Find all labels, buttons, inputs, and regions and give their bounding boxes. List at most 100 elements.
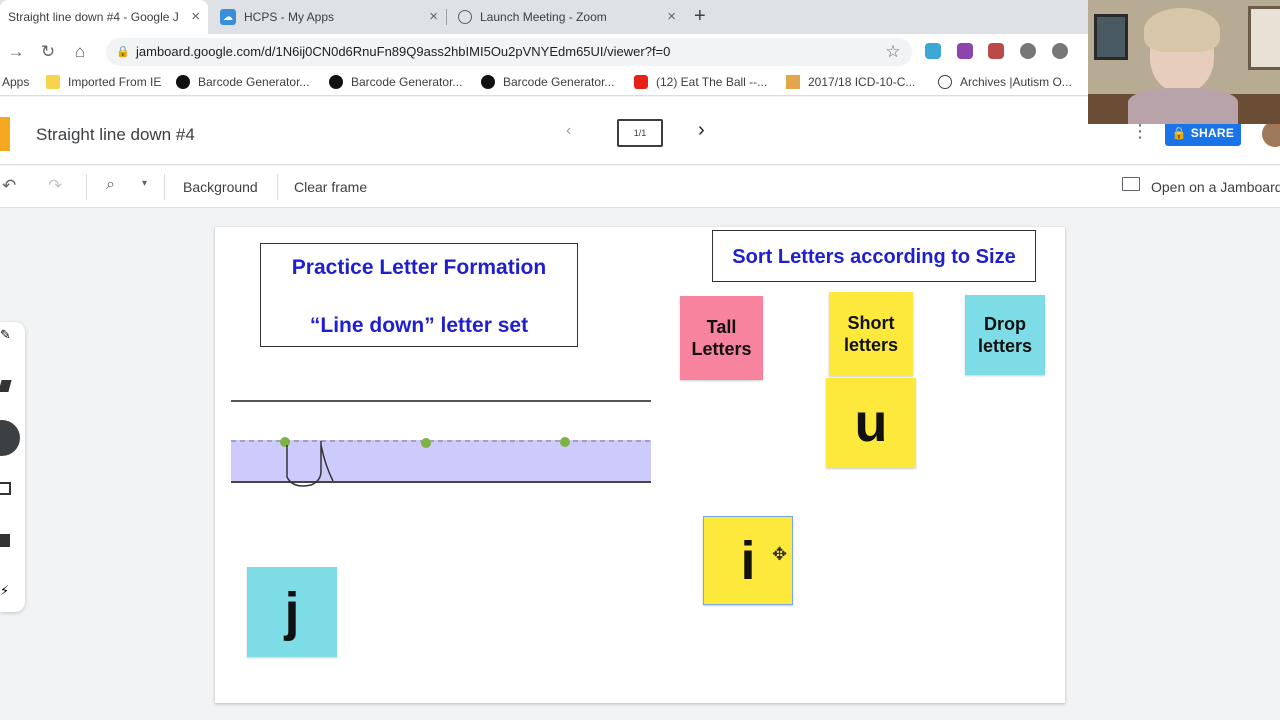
zoom-icon[interactable]: ⌕ bbox=[106, 176, 115, 194]
tab-hcps[interactable]: ☁ HCPS - My Apps × bbox=[212, 0, 447, 34]
sticky-label: Tall Letters bbox=[691, 317, 752, 359]
wall-picture bbox=[1248, 6, 1280, 70]
move-cursor-icon: ✥ bbox=[772, 544, 788, 564]
bookmark-label: Barcode Generator... bbox=[351, 75, 463, 89]
sticky-letter-i[interactable]: i ✥ bbox=[703, 516, 793, 605]
new-tab-icon[interactable]: + bbox=[694, 5, 706, 28]
jamboard-frame[interactable]: Practice Letter Formation “Line down” le… bbox=[215, 227, 1065, 703]
bookmark-item[interactable]: Barcode Generator... bbox=[481, 75, 614, 89]
barcode-icon bbox=[176, 75, 190, 89]
folder-icon bbox=[46, 75, 60, 89]
laser-icon[interactable]: ⚡ bbox=[0, 584, 14, 598]
sticky-letter-j[interactable]: j bbox=[247, 567, 337, 657]
extension-icon[interactable] bbox=[1020, 43, 1036, 59]
sticky-letter: u bbox=[854, 393, 888, 453]
sticky-letter: i bbox=[740, 530, 756, 591]
practice-title-box[interactable]: Practice Letter Formation “Line down” le… bbox=[260, 243, 578, 347]
sticky-tall-letters[interactable]: Tall Letters bbox=[680, 296, 763, 380]
tab-separator bbox=[446, 9, 447, 25]
bookmark-label: Imported From IE bbox=[68, 75, 162, 89]
zoom-dropdown-icon[interactable]: ▾ bbox=[142, 178, 147, 189]
sort-title-box[interactable]: Sort Letters according to Size bbox=[712, 230, 1036, 282]
handwriting-lines bbox=[231, 400, 651, 487]
bookmark-star-icon[interactable]: ☆ bbox=[881, 40, 905, 64]
bookmark-item[interactable]: Archives |Autism O... bbox=[938, 75, 1072, 89]
undo-icon[interactable]: ↶ bbox=[2, 176, 16, 196]
close-tab-icon[interactable]: × bbox=[667, 9, 676, 25]
open-on-jamboard-button[interactable]: Open on a Jamboard bbox=[1151, 179, 1280, 195]
tab-title: HCPS - My Apps bbox=[244, 10, 335, 24]
reload-icon[interactable]: ↻ bbox=[36, 40, 60, 64]
practice-title-line2: “Line down” letter set bbox=[309, 314, 529, 337]
bookmark-item[interactable]: Barcode Generator... bbox=[176, 75, 309, 89]
tool-rail: ✎ ⚡ bbox=[0, 322, 25, 612]
extension-cloud-icon[interactable] bbox=[925, 43, 941, 59]
extension-pdf-icon[interactable] bbox=[988, 43, 1004, 59]
sticky-drop-letters[interactable]: Drop letters bbox=[965, 295, 1045, 375]
barcode-icon bbox=[481, 75, 495, 89]
share-label: SHARE bbox=[1190, 126, 1235, 140]
bookmark-label: Archives |Autism O... bbox=[960, 75, 1072, 89]
tab-title: Straight line down #4 - Google Ja bbox=[8, 10, 178, 24]
bookmark-item[interactable]: 2017/18 ICD-10-C... bbox=[786, 75, 915, 89]
redo-icon[interactable]: ↷ bbox=[48, 176, 62, 196]
letter-l-icon bbox=[938, 75, 952, 89]
barcode-icon bbox=[329, 75, 343, 89]
jamboard-toolbar: ↶ ↷ ⌕ ▾ Background Clear frame Open on a… bbox=[0, 166, 1280, 208]
tab-zoom[interactable]: Launch Meeting - Zoom × bbox=[450, 0, 684, 34]
sticky-letter-u[interactable]: u bbox=[826, 378, 916, 468]
bookmark-site-icon bbox=[786, 75, 800, 89]
webcam-person-hair bbox=[1144, 8, 1220, 52]
start-dot bbox=[421, 438, 431, 448]
add-image-icon[interactable] bbox=[0, 534, 10, 547]
hcps-favicon-icon: ☁ bbox=[220, 9, 236, 25]
webcam-person-shirt bbox=[1128, 88, 1238, 124]
bookmark-label: 2017/18 ICD-10-C... bbox=[808, 75, 916, 89]
bookmark-item[interactable]: Imported From IE bbox=[46, 75, 161, 89]
midline-band bbox=[231, 440, 651, 482]
avatar[interactable] bbox=[1262, 121, 1280, 147]
home-icon[interactable]: ⌂ bbox=[68, 40, 92, 64]
next-frame-icon[interactable]: › bbox=[698, 119, 705, 142]
address-bar[interactable]: 🔒 jamboard.google.com/d/1N6ij0CN0d6RnuFn… bbox=[106, 38, 912, 66]
select-pointer-icon[interactable] bbox=[0, 420, 20, 456]
lock-icon: 🔒 bbox=[116, 46, 130, 58]
sticky-note-icon[interactable] bbox=[0, 482, 11, 495]
tab-title: Launch Meeting - Zoom bbox=[480, 10, 607, 24]
bookmark-apps[interactable]: Apps bbox=[2, 75, 29, 89]
start-dot bbox=[280, 437, 290, 447]
toolbar-divider bbox=[86, 174, 87, 200]
bookmark-item[interactable]: Barcode Generator... bbox=[329, 75, 462, 89]
sticky-label: Short letters bbox=[843, 313, 899, 355]
sticky-letter: j bbox=[284, 582, 300, 642]
frame-bar-button[interactable]: 1/1 bbox=[617, 119, 663, 147]
close-tab-icon[interactable]: × bbox=[429, 9, 438, 25]
bookmark-label: Apps bbox=[2, 75, 30, 89]
youtube-icon bbox=[634, 75, 648, 89]
tab-jamboard[interactable]: Straight line down #4 - Google Ja × bbox=[0, 0, 208, 34]
extension-icon[interactable] bbox=[1052, 43, 1068, 59]
bookmark-item[interactable]: (12) Eat The Ball --... bbox=[634, 75, 767, 89]
close-tab-icon[interactable]: × bbox=[191, 9, 200, 25]
toolbar-divider bbox=[277, 174, 278, 200]
extension-puzzle-icon[interactable] bbox=[957, 43, 973, 59]
bookmark-label: (12) Eat The Ball --... bbox=[656, 75, 768, 89]
globe-icon bbox=[458, 10, 472, 24]
practice-title-line1: Practice Letter Formation bbox=[291, 256, 547, 279]
clear-frame-button[interactable]: Clear frame bbox=[294, 179, 367, 195]
toolbar-divider bbox=[164, 174, 165, 200]
document-title[interactable]: Straight line down #4 bbox=[36, 125, 195, 145]
previous-frame-icon[interactable]: ‹ bbox=[566, 122, 571, 140]
pen-icon[interactable]: ✎ bbox=[0, 328, 14, 342]
eraser-icon[interactable] bbox=[0, 380, 12, 392]
start-dot bbox=[560, 437, 570, 447]
frame-indicator: 1/1 bbox=[633, 128, 647, 138]
sticky-label: Drop letters bbox=[977, 314, 1033, 356]
webcam-overlay bbox=[1088, 0, 1280, 124]
more-options-icon[interactable]: ⋮ bbox=[1131, 121, 1149, 142]
cast-screen-icon bbox=[1122, 177, 1140, 191]
bookmark-label: Barcode Generator... bbox=[198, 75, 310, 89]
background-button[interactable]: Background bbox=[183, 179, 258, 195]
forward-icon[interactable]: → bbox=[4, 40, 28, 64]
sticky-short-letters[interactable]: Short letters bbox=[829, 292, 913, 376]
